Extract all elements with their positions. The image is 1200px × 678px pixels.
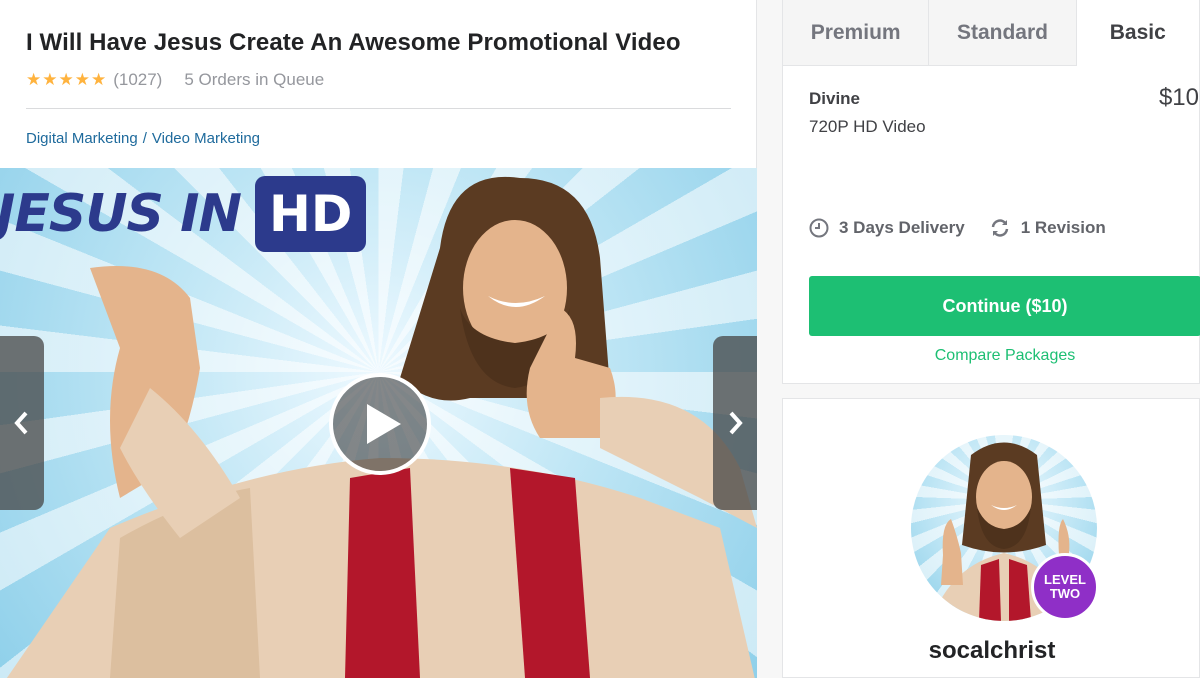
play-icon — [367, 404, 401, 444]
package-card: Premium Standard Basic Divine $10 720P H… — [782, 0, 1200, 384]
seller-level-badge: LEVEL TWO — [1031, 553, 1099, 621]
video-play-button[interactable] — [329, 373, 431, 475]
banner-hd-badge: HD — [254, 176, 367, 252]
tab-premium[interactable]: Premium — [783, 0, 930, 65]
gig-overview: I Will Have Jesus Create An Awesome Prom… — [0, 0, 757, 678]
gig-title: I Will Have Jesus Create An Awesome Prom… — [26, 29, 681, 56]
chevron-right-icon — [729, 411, 743, 435]
banner-title: JESUS IN — [0, 184, 242, 244]
gig-media-gallery: JESUS IN HD — [0, 168, 757, 678]
package-name: Divine — [809, 89, 861, 108]
refresh-icon — [991, 219, 1008, 237]
tab-standard[interactable]: Standard — [929, 0, 1077, 65]
chevron-left-icon — [14, 411, 28, 435]
gallery-prev-button[interactable] — [0, 336, 44, 510]
package-meta: 3 Days Delivery 1 Revision — [809, 218, 1130, 238]
seller-username[interactable]: socalchrist — [783, 637, 1200, 665]
divider — [26, 108, 731, 109]
gallery-next-button[interactable] — [713, 336, 757, 510]
rating-row: ★★★★★ (1027) 5 Orders in Queue — [26, 70, 324, 90]
delivery-time: 3 Days Delivery — [809, 218, 965, 238]
revisions: 1 Revision — [989, 218, 1106, 238]
compare-packages-link[interactable]: Compare Packages — [809, 347, 1200, 365]
seller-card: LEVEL TWO socalchrist — [782, 398, 1200, 678]
rating-stars: ★★★★★ — [26, 70, 108, 89]
breadcrumb-category-link[interactable]: Digital Marketing — [26, 130, 138, 147]
tab-basic[interactable]: Basic — [1076, 0, 1199, 66]
continue-button[interactable]: Continue ($10) — [809, 276, 1200, 336]
video-banner: JESUS IN HD — [0, 176, 367, 252]
breadcrumb-subcategory-link[interactable]: Video Marketing — [152, 130, 260, 147]
clock-icon — [809, 218, 829, 238]
orders-in-queue: 5 Orders in Queue — [184, 70, 325, 89]
revisions-label: 1 Revision — [1020, 218, 1106, 237]
package-tabs: Premium Standard Basic — [783, 0, 1199, 66]
level-line-1: LEVEL — [1044, 572, 1086, 587]
breadcrumb: Digital Marketing / Video Marketing — [26, 130, 260, 147]
package-price: $10 — [1158, 84, 1199, 111]
rating-count[interactable]: (1027) — [113, 70, 162, 90]
package-description: 720P HD Video — [809, 117, 926, 136]
gig-page: I Will Have Jesus Create An Awesome Prom… — [0, 0, 1200, 678]
level-line-2: TWO — [1049, 586, 1081, 601]
delivery-label: 3 Days Delivery — [839, 218, 965, 237]
breadcrumb-separator: / — [142, 130, 147, 147]
